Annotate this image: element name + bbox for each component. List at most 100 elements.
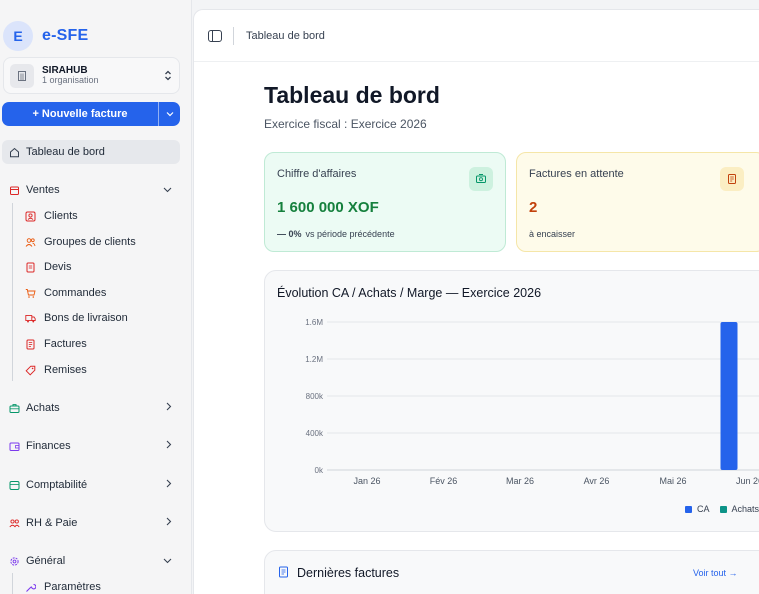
- legend-item-ca[interactable]: CA: [685, 504, 710, 514]
- chevron-down-icon: [163, 184, 172, 196]
- view-all-link[interactable]: Voir tout →: [693, 568, 738, 578]
- x-tick-label: Mai 26: [659, 476, 686, 486]
- sidebar-item-label: Achats: [26, 402, 60, 414]
- sidebar-toggle-icon[interactable]: [208, 29, 222, 42]
- y-tick-label: 400k: [306, 429, 324, 438]
- sidebar-item-ventes[interactable]: Ventes: [2, 178, 180, 202]
- users-icon: [8, 517, 20, 529]
- sidebar-item-commandes[interactable]: Commandes: [24, 282, 106, 304]
- chevron-down-icon: [163, 555, 172, 567]
- home-icon: [8, 146, 20, 158]
- ledger-icon: [8, 479, 20, 491]
- gear-icon: [8, 555, 20, 567]
- x-tick-label: Fév 26: [430, 476, 458, 486]
- organisation-count: 1 organisation: [42, 75, 99, 86]
- tag-icon: [24, 364, 36, 376]
- bar-ca-5[interactable]: [720, 322, 738, 470]
- submenu-guide-line: [12, 573, 13, 594]
- pending-note: à encaisser: [529, 229, 576, 239]
- sidebar-item-label: Tableau de bord: [26, 146, 105, 158]
- chevron-right-icon: [166, 402, 172, 414]
- briefcase-icon: [8, 402, 20, 414]
- new-invoice-button[interactable]: + Nouvelle facture: [2, 102, 158, 126]
- brand[interactable]: E e-SFE: [0, 0, 191, 52]
- cart-icon: [8, 184, 20, 196]
- y-tick-label: 0k: [315, 466, 324, 475]
- sidebar-item-comptabilite[interactable]: Comptabilité: [2, 473, 180, 497]
- sidebar-item-label: Bons de livraison: [44, 312, 128, 324]
- revenue-value: 1 600 000 XOF: [277, 199, 379, 216]
- topbar: Tableau de bord: [194, 10, 759, 62]
- x-tick-label: Jun 26: [736, 476, 759, 486]
- truck-icon: [24, 312, 36, 324]
- sidebar-item-achats[interactable]: Achats: [2, 396, 180, 420]
- revenue-change: — 0% vs période précédente: [277, 229, 395, 239]
- sidebar: E e-SFE SIRAHUB 1 organisation + Nouvell…: [0, 0, 192, 594]
- y-tick-label: 800k: [306, 392, 324, 401]
- sidebar-item-label: RH & Paie: [26, 517, 78, 529]
- page-subtitle: Exercice fiscal : Exercice 2026: [264, 117, 427, 131]
- wrench-icon: [24, 581, 36, 593]
- chevron-right-icon: [166, 517, 172, 529]
- recent-invoices-title: Dernières factures: [297, 566, 400, 580]
- sidebar-item-label: Commandes: [44, 287, 107, 299]
- sidebar-item-label: Général: [26, 555, 66, 567]
- main-content: Tableau de bord Tableau de bord Exercice…: [193, 9, 759, 594]
- chevron-right-icon: [166, 440, 172, 452]
- recent-invoices-card: Dernières factures Voir tout →: [264, 550, 759, 594]
- submenu-guide-line: [12, 203, 13, 381]
- topbar-separator: [233, 26, 234, 45]
- sidebar-item-label: Ventes: [26, 184, 60, 196]
- y-tick-label: 1.6M: [305, 318, 323, 327]
- x-tick-label: Jan 26: [353, 476, 380, 486]
- chevron-up-down-icon: [163, 70, 173, 82]
- sidebar-item-clients[interactable]: Clients: [24, 205, 78, 227]
- sidebar-item-client-groups[interactable]: Groupes de clients: [24, 231, 136, 253]
- legend-swatch: [719, 505, 727, 513]
- sidebar-item-general[interactable]: Général: [2, 549, 180, 573]
- new-invoice-split-button: + Nouvelle facture: [2, 102, 180, 126]
- document-icon: [278, 566, 289, 581]
- sidebar-item-dashboard[interactable]: Tableau de bord: [2, 140, 180, 164]
- y-tick-label: 1.2M: [305, 355, 323, 364]
- legend-swatch: [685, 505, 692, 513]
- legend-label: Achats: [731, 504, 759, 514]
- organisation-switcher[interactable]: SIRAHUB 1 organisation: [3, 57, 180, 94]
- sidebar-item-factures[interactable]: Factures: [24, 333, 87, 355]
- users-icon: [24, 236, 36, 248]
- sidebar-item-label: Groupes de clients: [44, 236, 136, 248]
- revenue-label: Chiffre d'affaires: [277, 168, 357, 180]
- revenue-chart-card: Évolution CA / Achats / Marge — Exercice…: [264, 270, 759, 532]
- sidebar-item-rh-paie[interactable]: RH & Paie: [2, 511, 180, 535]
- breadcrumb: Tableau de bord: [246, 29, 325, 42]
- building-icon: [10, 63, 34, 88]
- contact-icon: [24, 210, 36, 222]
- x-tick-label: Mar 26: [506, 476, 534, 486]
- revenue-change-note: vs période précédente: [305, 229, 395, 239]
- sidebar-item-label: Paramètres: [44, 581, 101, 593]
- pending-value: 2: [529, 199, 538, 216]
- sidebar-item-label: Factures: [44, 338, 87, 350]
- brand-avatar: E: [3, 21, 33, 51]
- pending-label: Factures en attente: [529, 168, 624, 180]
- wallet-icon: [8, 440, 20, 452]
- chart-legend: CA Achats: [685, 504, 759, 514]
- sidebar-item-parametres[interactable]: Paramètres: [24, 576, 101, 594]
- sidebar-item-label: Remises: [44, 364, 87, 376]
- legend-label: CA: [697, 504, 710, 514]
- revenue-card: Chiffre d'affaires 1 600 000 XOF — 0% vs …: [264, 152, 506, 252]
- sidebar-item-remises[interactable]: Remises: [24, 359, 87, 381]
- sidebar-item-finances[interactable]: Finances: [2, 434, 180, 458]
- brand-name: e-SFE: [42, 27, 89, 44]
- invoice-icon: [24, 338, 36, 350]
- sidebar-item-delivery-notes[interactable]: Bons de livraison: [24, 307, 128, 329]
- page-title: Tableau de bord: [264, 82, 440, 108]
- legend-item-achats[interactable]: Achats: [719, 504, 759, 514]
- sidebar-item-label: Clients: [44, 210, 78, 222]
- shopping-cart-icon: [24, 287, 36, 299]
- sidebar-item-devis[interactable]: Devis: [24, 256, 72, 278]
- chevron-right-icon: [166, 479, 172, 491]
- x-tick-label: Avr 26: [584, 476, 610, 486]
- sidebar-item-label: Finances: [26, 440, 71, 452]
- chevron-down-icon[interactable]: [159, 102, 180, 126]
